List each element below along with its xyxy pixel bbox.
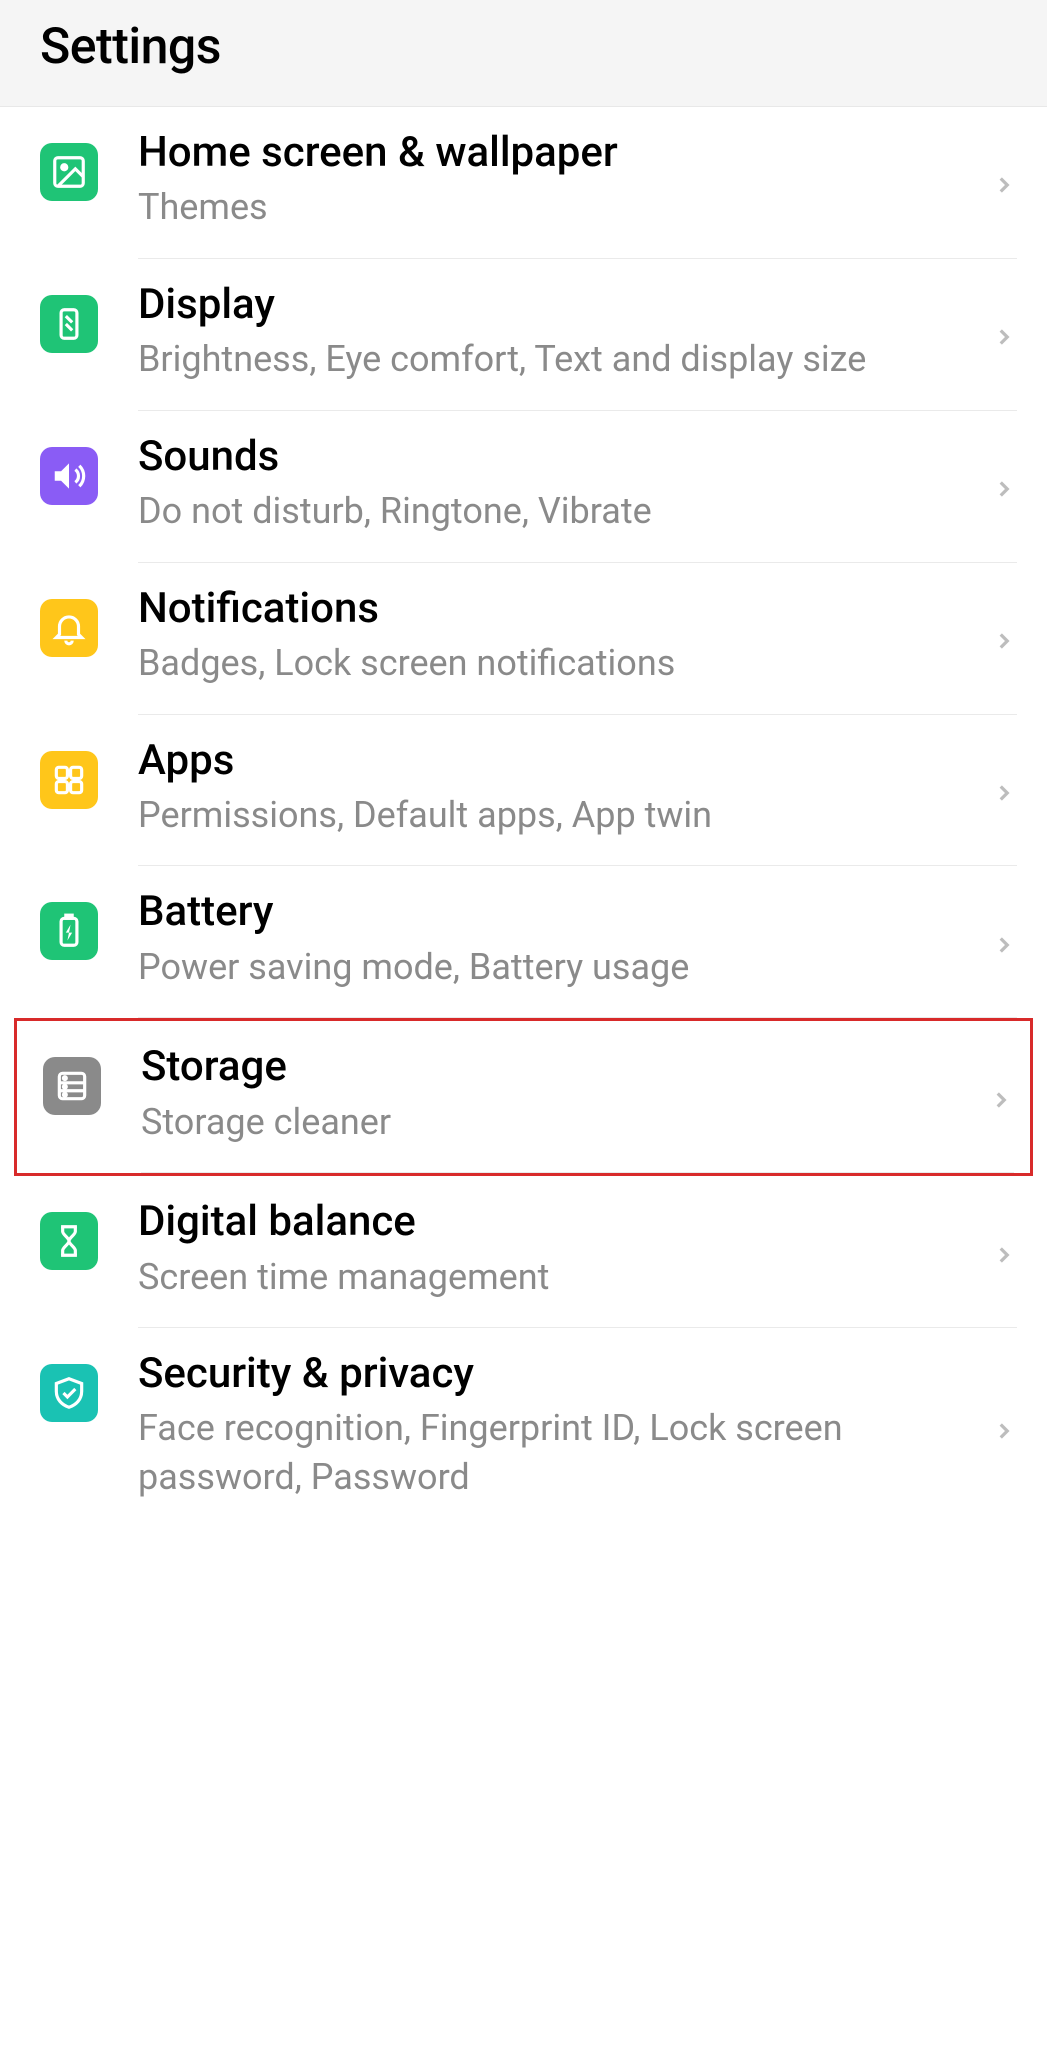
item-title: Digital balance bbox=[138, 1198, 957, 1246]
chevron-right-icon bbox=[991, 317, 1017, 357]
item-title: Display bbox=[138, 281, 957, 329]
bell-icon bbox=[40, 599, 98, 657]
item-title: Apps bbox=[138, 737, 957, 785]
apps-icon bbox=[40, 751, 98, 809]
settings-item-display[interactable]: Display Brightness, Eye comfort, Text an… bbox=[0, 259, 1047, 411]
chevron-right-icon bbox=[991, 1235, 1017, 1275]
item-title: Security & privacy bbox=[138, 1350, 957, 1398]
item-subtitle: Screen time management bbox=[138, 1253, 957, 1302]
settings-item-digital-balance[interactable]: Digital balance Screen time management bbox=[0, 1176, 1047, 1328]
settings-header: Settings bbox=[0, 0, 1047, 107]
item-title: Home screen & wallpaper bbox=[138, 129, 957, 177]
item-title: Battery bbox=[138, 888, 957, 936]
item-subtitle: Themes bbox=[138, 183, 957, 232]
item-title: Storage bbox=[141, 1043, 954, 1091]
item-title: Sounds bbox=[138, 433, 957, 481]
settings-item-security-privacy[interactable]: Security & privacy Face recognition, Fin… bbox=[0, 1328, 1047, 1527]
settings-item-apps[interactable]: Apps Permissions, Default apps, App twin bbox=[0, 715, 1047, 867]
settings-item-home-screen-wallpaper[interactable]: Home screen & wallpaper Themes bbox=[0, 107, 1047, 259]
item-subtitle: Do not disturb, Ringtone, Vibrate bbox=[138, 487, 957, 536]
chevron-right-icon bbox=[991, 165, 1017, 205]
battery-icon bbox=[40, 902, 98, 960]
settings-item-storage[interactable]: Storage Storage cleaner bbox=[14, 1018, 1033, 1176]
settings-item-sounds[interactable]: Sounds Do not disturb, Ringtone, Vibrate bbox=[0, 411, 1047, 563]
item-subtitle: Face recognition, Fingerprint ID, Lock s… bbox=[138, 1404, 957, 1501]
hourglass-icon bbox=[40, 1212, 98, 1270]
page-title: Settings bbox=[40, 18, 1007, 76]
chevron-right-icon bbox=[988, 1080, 1014, 1120]
settings-list: Home screen & wallpaper Themes Display B… bbox=[0, 107, 1047, 1528]
sound-icon bbox=[40, 447, 98, 505]
settings-item-notifications[interactable]: Notifications Badges, Lock screen notifi… bbox=[0, 563, 1047, 715]
item-subtitle: Storage cleaner bbox=[141, 1098, 954, 1147]
settings-item-battery[interactable]: Battery Power saving mode, Battery usage bbox=[0, 866, 1047, 1018]
item-subtitle: Brightness, Eye comfort, Text and displa… bbox=[138, 335, 957, 384]
item-subtitle: Permissions, Default apps, App twin bbox=[138, 791, 957, 840]
chevron-right-icon bbox=[991, 1411, 1017, 1451]
chevron-right-icon bbox=[991, 925, 1017, 965]
item-subtitle: Badges, Lock screen notifications bbox=[138, 639, 957, 688]
shield-icon bbox=[40, 1364, 98, 1422]
chevron-right-icon bbox=[991, 773, 1017, 813]
item-subtitle: Power saving mode, Battery usage bbox=[138, 943, 957, 992]
wallpaper-icon bbox=[40, 143, 98, 201]
item-title: Notifications bbox=[138, 585, 957, 633]
chevron-right-icon bbox=[991, 469, 1017, 509]
chevron-right-icon bbox=[991, 621, 1017, 661]
storage-icon bbox=[43, 1057, 101, 1115]
display-icon bbox=[40, 295, 98, 353]
